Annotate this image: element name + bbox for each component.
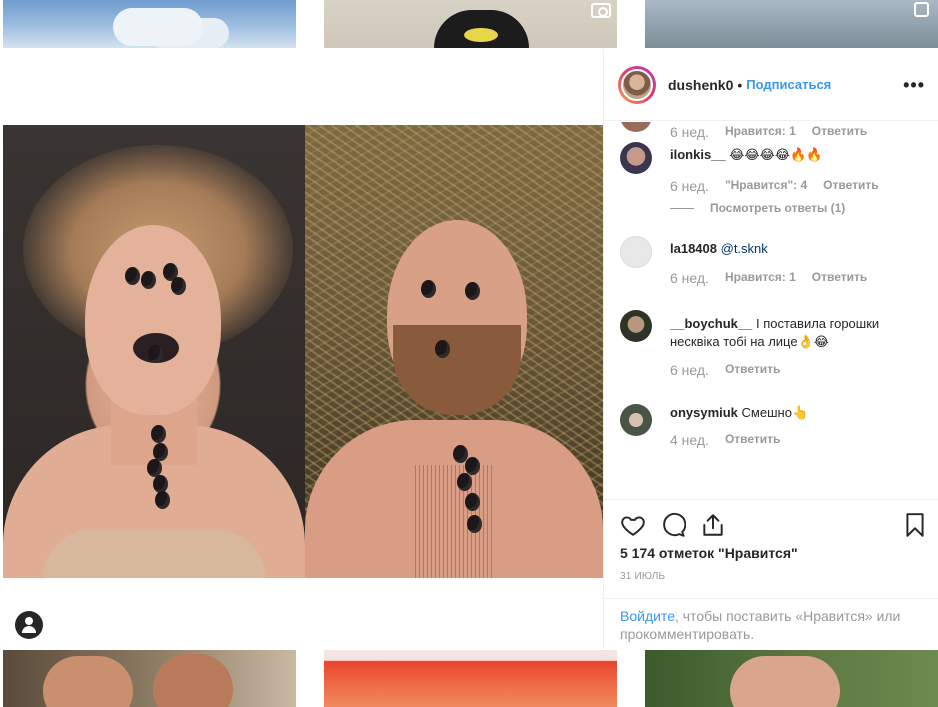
reply-button[interactable]: Ответить xyxy=(725,432,780,448)
comment-text-block: ilonkis__ 😂😂😂😂🔥🔥 xyxy=(670,146,930,164)
comment-meta: 6 нед. Нравится: 1 Ответить xyxy=(670,270,867,286)
user-tag-icon[interactable] xyxy=(15,611,43,639)
feed-thumbnail[interactable] xyxy=(3,650,296,707)
heart-icon[interactable] xyxy=(620,512,646,538)
comment-avatar[interactable] xyxy=(620,404,652,436)
comment-likes[interactable]: Нравится: 1 xyxy=(725,270,796,286)
post-media[interactable] xyxy=(3,49,603,649)
more-options-icon[interactable]: ••• xyxy=(903,75,925,96)
comment-meta: 6 нед. Нравится: 1 Ответить xyxy=(670,124,867,140)
comment-mention-link[interactable]: @t.sknk xyxy=(721,241,768,256)
reply-button[interactable]: Ответить xyxy=(812,270,867,286)
share-icon[interactable] xyxy=(700,512,726,538)
follow-button[interactable]: Подписаться xyxy=(746,77,831,92)
post-actions: 5 174 отметок "Нравится" 31 ИЮЛЬ Войдите… xyxy=(604,499,938,642)
view-replies-button[interactable]: Посмотреть ответы (1) xyxy=(670,201,845,215)
comment-username[interactable]: __boychuk__ xyxy=(670,316,752,331)
comment-text: Смешно👆 xyxy=(741,405,809,420)
feed-thumbnail[interactable] xyxy=(3,0,296,48)
comment-username[interactable]: onysymiuk xyxy=(670,405,738,420)
comment-meta: 6 нед. Ответить xyxy=(670,362,780,378)
post-photo[interactable] xyxy=(3,125,603,578)
author-username[interactable]: dushenk0 xyxy=(668,77,733,93)
view-replies-label: Посмотреть ответы (1) xyxy=(710,201,846,215)
post-side-panel: dushenk0 • Подписаться ••• 6 нед. Нравит… xyxy=(603,49,938,649)
comment-icon[interactable] xyxy=(660,512,687,538)
comment-meta: 4 нед. Ответить xyxy=(670,432,780,448)
reply-button[interactable]: Ответить xyxy=(725,362,780,378)
feed-thumbnail[interactable] xyxy=(645,650,938,707)
action-bar xyxy=(620,512,925,540)
photo-left-half xyxy=(3,125,305,578)
comment-meta: 6 нед. "Нравится": 4 Ответить xyxy=(670,178,879,194)
comment-avatar[interactable] xyxy=(620,310,652,342)
comment-text: 😂😂😂😂🔥🔥 xyxy=(729,147,823,162)
comment-time[interactable]: 6 нед. xyxy=(670,270,709,286)
comment-avatar[interactable] xyxy=(620,236,652,268)
likes-count[interactable]: 5 174 отметок "Нравится" xyxy=(620,545,798,561)
post-modal: dushenk0 • Подписаться ••• 6 нед. Нравит… xyxy=(3,49,938,649)
header-separator: • xyxy=(737,76,743,93)
comment-time[interactable]: 6 нед. xyxy=(670,362,709,378)
bookmark-icon[interactable] xyxy=(902,512,928,538)
reply-button[interactable]: Ответить xyxy=(823,178,878,194)
post-header: dushenk0 • Подписаться ••• xyxy=(604,49,938,121)
login-prompt: Войдите, чтобы поставить «Нравится» или … xyxy=(604,598,938,650)
author-avatar[interactable] xyxy=(618,65,656,104)
comment-time[interactable]: 6 нед. xyxy=(670,124,709,140)
comment-text-block: __boychuk__ І поставила горошки несквіка… xyxy=(670,315,930,351)
comments-list[interactable]: 6 нед. Нравится: 1 Ответить ilonkis__ 😂😂… xyxy=(604,122,938,499)
comment-avatar[interactable] xyxy=(620,122,652,132)
feed-thumbnail[interactable] xyxy=(324,0,617,48)
comment-likes[interactable]: Нравится: 1 xyxy=(725,124,796,140)
comment-text-block: la18408 @t.sknk xyxy=(670,240,930,258)
post-date: 31 ИЮЛЬ xyxy=(620,571,666,582)
comment-username[interactable]: la18408 xyxy=(670,241,717,256)
video-icon xyxy=(591,3,611,18)
comment-text-block: onysymiuk Смешно👆 xyxy=(670,404,930,422)
comment-time[interactable]: 6 нед. xyxy=(670,178,709,194)
photo-right-half xyxy=(305,125,603,578)
feed-thumbnail[interactable] xyxy=(645,0,938,48)
comment-time[interactable]: 4 нед. xyxy=(670,432,709,448)
comment-username[interactable]: ilonkis__ xyxy=(670,147,726,162)
login-link[interactable]: Войдите xyxy=(620,608,675,624)
carousel-icon xyxy=(914,2,929,17)
comment-likes[interactable]: "Нравится": 4 xyxy=(725,178,807,194)
feed-thumbnail[interactable] xyxy=(324,650,617,707)
reply-button[interactable]: Ответить xyxy=(812,124,867,140)
comment-avatar[interactable] xyxy=(620,142,652,174)
